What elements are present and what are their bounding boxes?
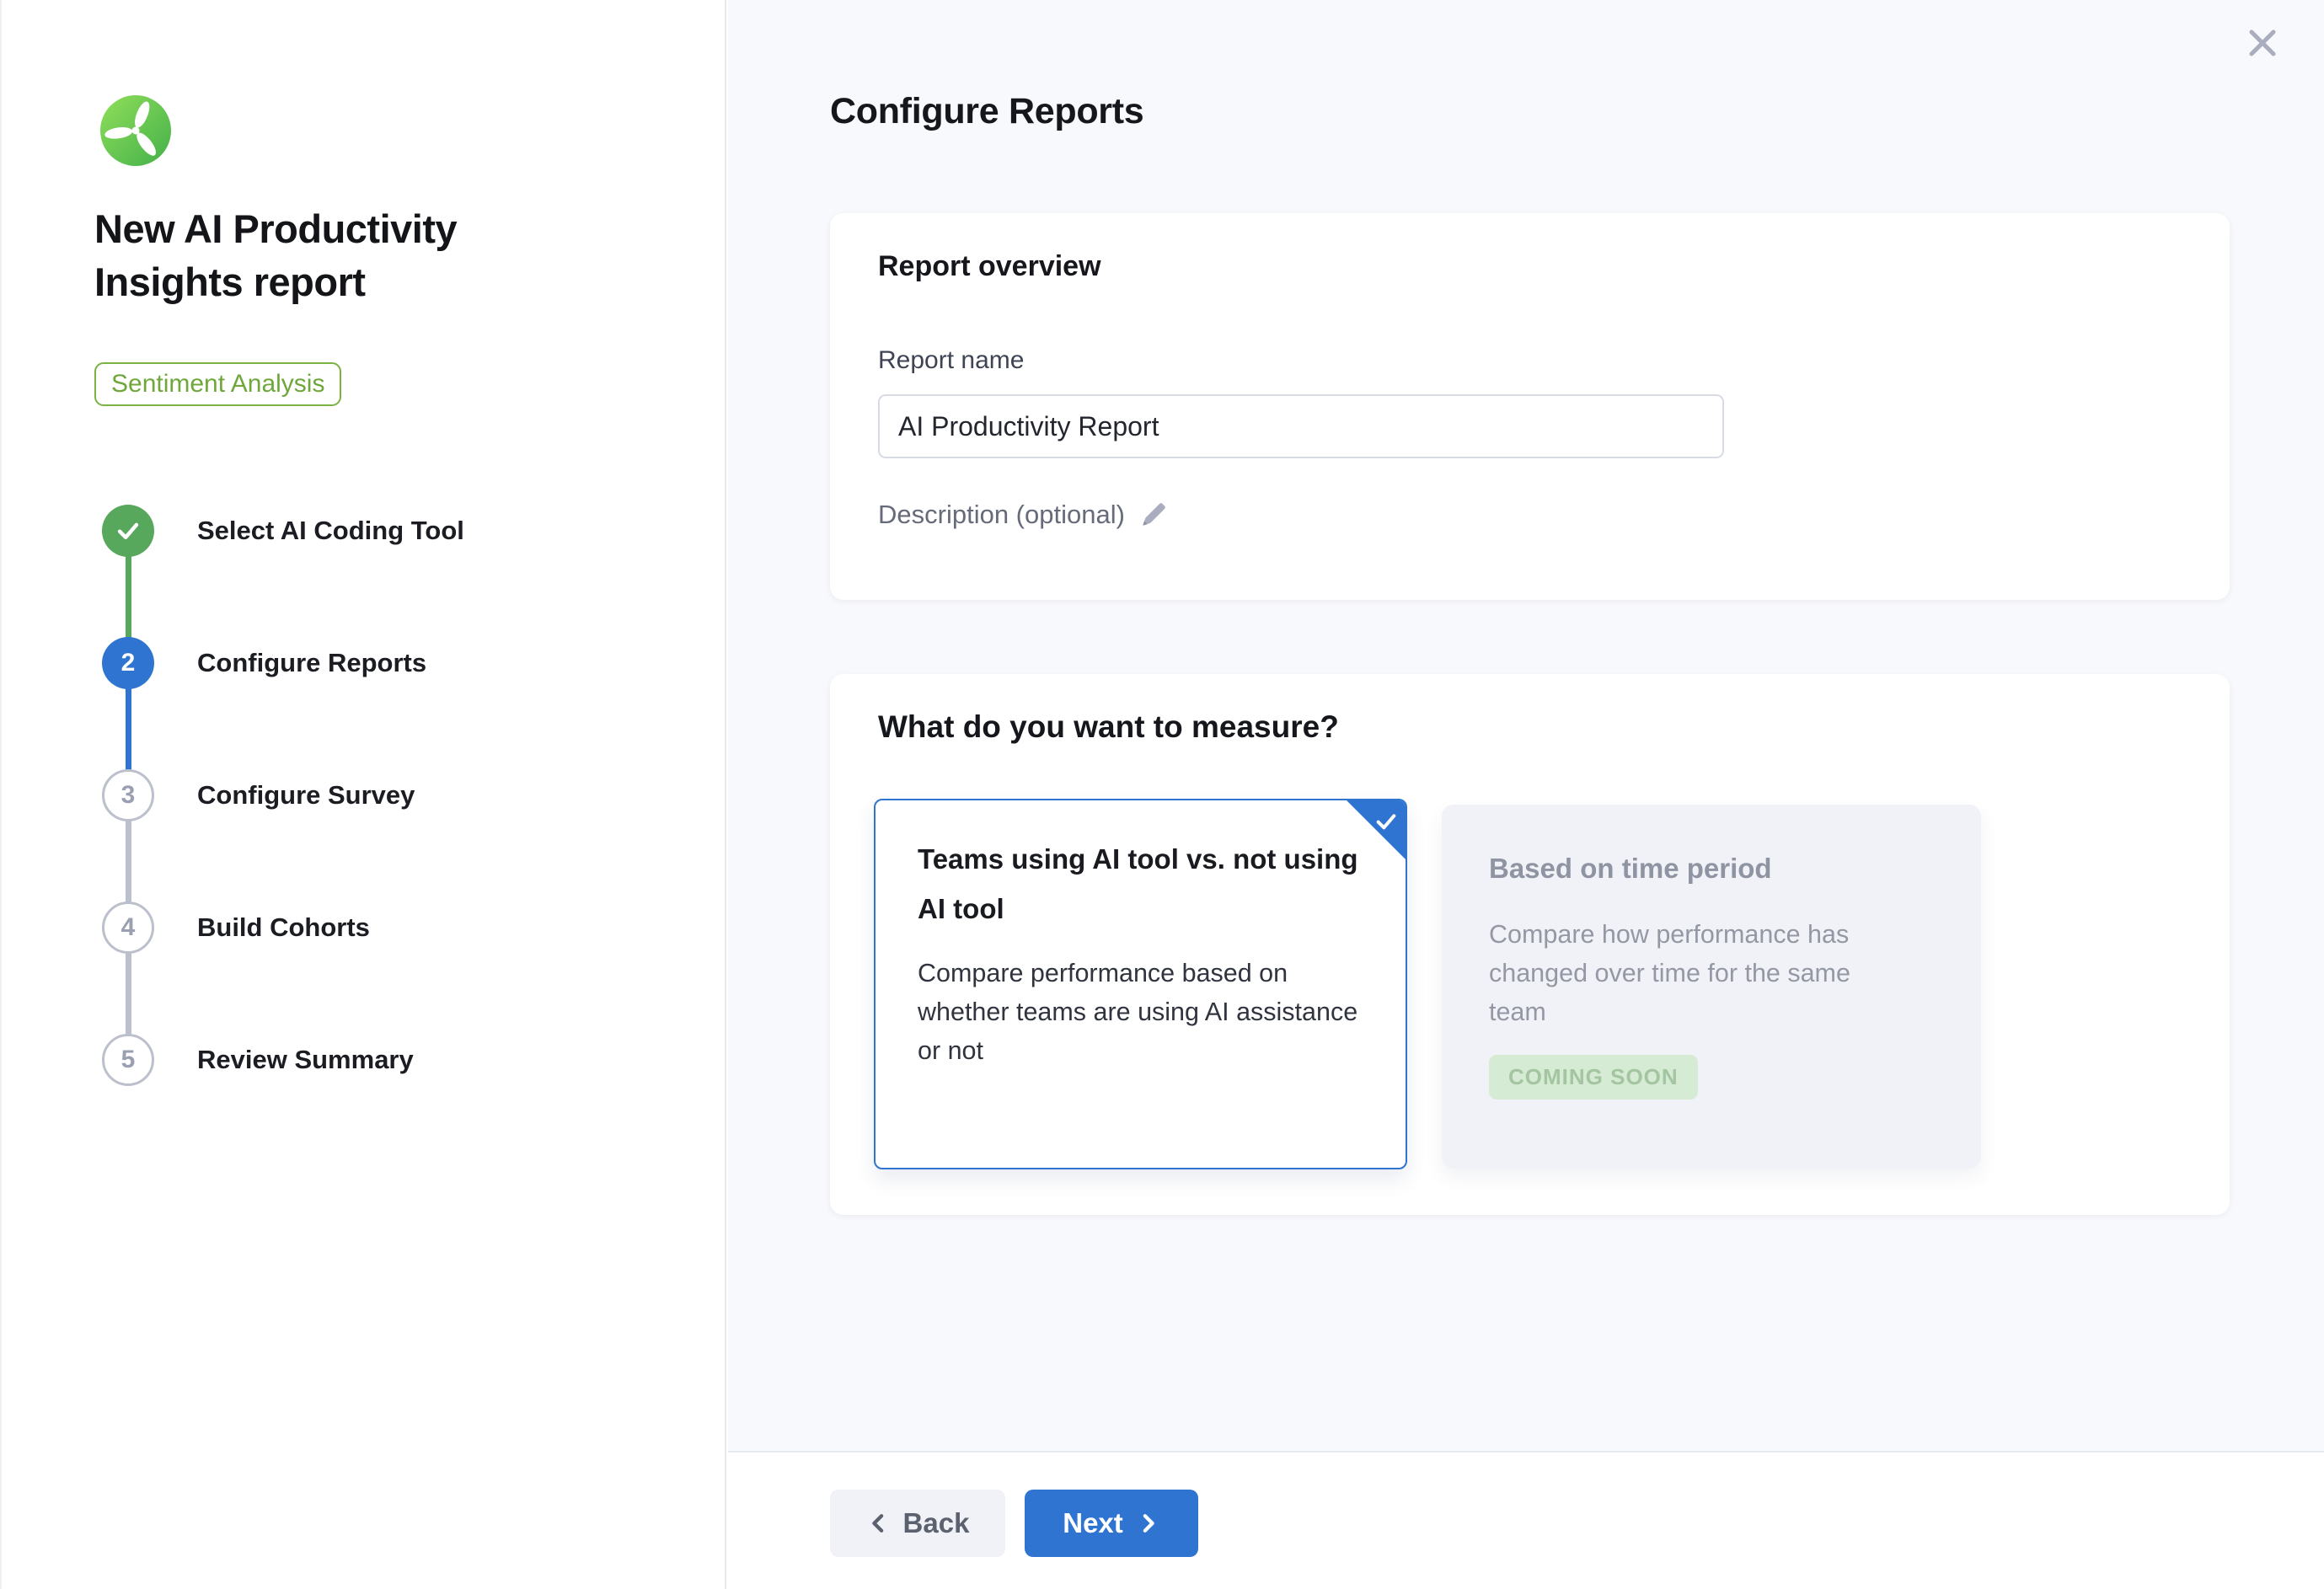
step-connector — [126, 687, 131, 771]
report-name-input[interactable] — [878, 394, 1724, 458]
step-label: Build Cohorts — [197, 902, 370, 954]
step-complete-indicator — [102, 505, 154, 557]
new-report-wizard: New AI Productivity Insights report Sent… — [0, 0, 2324, 1589]
measure-card: What do you want to measure? Teams using… — [830, 674, 2230, 1215]
option-teams-vs-not[interactable]: Teams using AI tool vs. not using AI too… — [874, 799, 1407, 1169]
wizard-sidebar: New AI Productivity Insights report Sent… — [0, 0, 726, 1589]
report-type-badge: Sentiment Analysis — [94, 362, 341, 406]
step-label: Select AI Coding Tool — [197, 505, 464, 557]
close-button[interactable] — [2243, 24, 2282, 62]
next-label: Next — [1063, 1507, 1123, 1539]
report-overview-card: Report overview Report name Description … — [830, 213, 2230, 600]
report-overview-heading: Report overview — [878, 250, 1101, 283]
next-button[interactable]: Next — [1025, 1490, 1198, 1557]
wizard-footer: Back Next — [728, 1451, 2324, 1589]
report-name-label: Report name — [878, 346, 1024, 375]
close-icon — [2243, 24, 2282, 62]
pencil-icon — [1138, 500, 1169, 530]
wizard-title: New AI Productivity Insights report — [94, 202, 583, 308]
option-time-period[interactable]: Based on time period Compare how perform… — [1442, 805, 1981, 1169]
step-upcoming-indicator: 4 — [102, 902, 154, 954]
main-panel: Configure Reports Report overview Report… — [728, 0, 2324, 1589]
step-connector — [126, 952, 131, 1035]
step-label: Configure Survey — [197, 769, 415, 821]
step-current-indicator: 2 — [102, 637, 154, 689]
step-connector — [126, 820, 131, 903]
check-icon — [114, 516, 142, 545]
description-edit-control[interactable]: Description (optional) — [878, 500, 1169, 530]
app-logo — [100, 95, 171, 166]
option-title: Teams using AI tool vs. not using AI too… — [918, 834, 1365, 934]
chevron-right-icon — [1135, 1511, 1160, 1536]
page-title: Configure Reports — [830, 91, 1143, 132]
propeller-icon — [100, 95, 171, 166]
chevron-left-icon — [866, 1511, 892, 1536]
description-label: Description (optional) — [878, 500, 1125, 530]
back-label: Back — [903, 1507, 970, 1539]
step-upcoming-indicator: 3 — [102, 769, 154, 821]
measure-heading: What do you want to measure? — [878, 709, 1339, 745]
option-description: Compare how performance has changed over… — [1489, 915, 1888, 1031]
option-description: Compare performance based on whether tea… — [918, 954, 1360, 1070]
coming-soon-badge: COMING SOON — [1489, 1055, 1698, 1099]
step-connector — [126, 555, 131, 639]
step-upcoming-indicator: 5 — [102, 1034, 154, 1086]
step-label: Configure Reports — [197, 637, 426, 689]
back-button[interactable]: Back — [830, 1490, 1005, 1557]
check-icon — [1373, 808, 1400, 835]
option-title: Based on time period — [1489, 843, 1934, 893]
step-label: Review Summary — [197, 1034, 414, 1086]
